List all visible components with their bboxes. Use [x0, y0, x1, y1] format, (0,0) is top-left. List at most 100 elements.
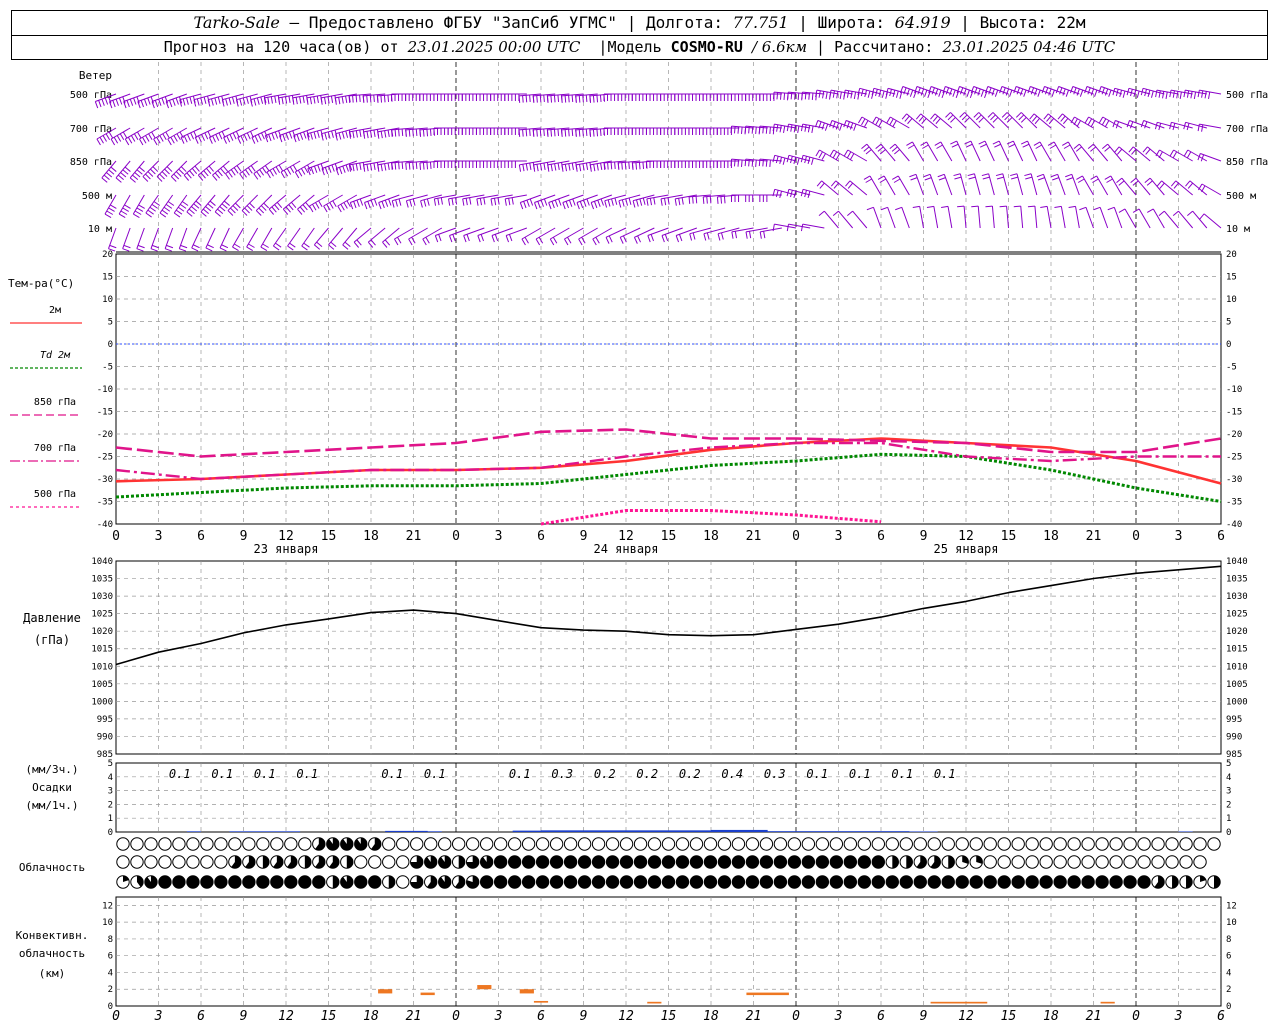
wind-level-label: 850 гПа [70, 157, 112, 168]
wind-barb [1013, 205, 1024, 229]
wind-barb-feather [811, 125, 814, 133]
cloud-circle [130, 855, 144, 869]
wind-barb-feather [867, 90, 871, 98]
wind-barb-feather [549, 238, 555, 246]
wind-barb-feather [832, 210, 839, 217]
wind-barb-feather [300, 168, 306, 175]
cloud-symbol [787, 855, 802, 869]
cloud-fill [186, 875, 200, 889]
cloud-symbol [927, 875, 941, 889]
cloud-fill [900, 875, 913, 889]
wind-barb-feather [110, 138, 116, 146]
wind-barb-feather [315, 202, 320, 209]
wind-barb-feather [1169, 90, 1172, 98]
wind-barb-feather [398, 162, 400, 170]
precip-unit-1h: (мм/1ч.) [26, 799, 79, 812]
cloud-symbol [1165, 837, 1179, 851]
wind-barb-feather [494, 234, 499, 242]
wind-barb-feather [227, 210, 234, 216]
wind-barb-feather [1006, 117, 1013, 123]
wind-barb-feather [895, 206, 902, 211]
wind-barb-feather [186, 211, 193, 217]
cloud-fill [844, 875, 857, 889]
cloud-circle [396, 875, 410, 889]
wind-barb-feather [814, 120, 819, 128]
wind-barb-feather [1084, 116, 1090, 124]
wind-barb-feather [1055, 86, 1060, 94]
wind-barb-feather [847, 182, 854, 189]
wind-barb-feather [562, 202, 566, 210]
wind-barb-feather [282, 134, 286, 142]
wind-barb-feather [522, 164, 525, 172]
wind-barb [391, 93, 414, 101]
temp-ytick-left: -15 [97, 408, 113, 418]
wind-barb-feather [886, 116, 891, 124]
wind-barb-feather [352, 131, 355, 139]
wind-barb-feather [1179, 91, 1182, 99]
temp-legend-label: 850 гПа [34, 397, 76, 408]
wind-barb-feather [173, 212, 181, 218]
wind-barb-feather [138, 204, 145, 209]
wind-barb [660, 93, 683, 101]
wind-barb [892, 175, 910, 196]
wind-barb-feather [579, 201, 584, 209]
wind-barb-feather [582, 163, 585, 171]
temp-ytick-right: -10 [1226, 385, 1242, 395]
wind-barb [909, 173, 924, 196]
wind-barb-feather [214, 97, 218, 105]
cloud-circle [801, 837, 816, 851]
time-tick-label: 18 [1043, 529, 1059, 544]
wind-barb-feather [349, 202, 354, 210]
wind-barb-feather [964, 140, 972, 145]
cloud-symbol [382, 855, 396, 869]
precip-amount-label: 0.1 [169, 767, 191, 781]
wind-barb [260, 227, 273, 251]
cloud-symbol [829, 875, 844, 889]
cloud-symbol [116, 875, 130, 889]
cloud-fill [172, 875, 186, 889]
wind-barb-feather [140, 100, 144, 108]
wind-barb-feather [892, 175, 899, 180]
cloud-symbol [354, 855, 368, 869]
wind-barb-feather [992, 117, 999, 123]
wind-barb-feather [875, 118, 880, 126]
cloud-circle [1011, 837, 1025, 851]
wind-barb-feather [731, 231, 734, 239]
wind-barb-feather [819, 182, 825, 189]
time-tick-label: 18 [703, 529, 719, 544]
wind-barb [688, 127, 711, 135]
wind-barb-feather [585, 94, 588, 103]
wind-barb-feather [133, 97, 137, 105]
cloud-fill [858, 855, 871, 869]
wind-barb-feather [804, 124, 807, 132]
cloud-circle [396, 855, 410, 869]
wind-barb-feather [376, 95, 379, 103]
wind-barb-feather [829, 120, 833, 128]
wind-barb-feather [945, 87, 950, 95]
cloud-symbol [1151, 855, 1165, 869]
cloud-symbol [410, 855, 424, 869]
wind-barb-feather [621, 199, 625, 207]
wind-barb-feather [861, 143, 868, 150]
wind-barb-feather [412, 129, 414, 137]
wind-barb-feather [377, 164, 380, 172]
wind-barb-feather [835, 153, 841, 160]
cloud-symbol [1179, 837, 1193, 851]
wind-barb [1068, 205, 1080, 229]
wind-barb-feather [550, 95, 553, 103]
wind-barb-feather [330, 241, 337, 248]
wind-barb-feather [765, 126, 768, 134]
cloud-symbol [689, 837, 704, 851]
wind-barb-feather [1066, 177, 1074, 181]
cloud-symbol [479, 837, 494, 851]
cloud-fill [508, 855, 521, 869]
wind-barb [1183, 89, 1207, 99]
wind-barb-feather [1076, 120, 1081, 127]
wind-barb-feather [949, 88, 953, 96]
wind-barb-feather [412, 198, 416, 206]
cloud-fill [368, 875, 381, 889]
temp-ytick-left: 15 [102, 273, 113, 283]
cloud-symbol [773, 837, 788, 851]
wind-barb-feather [158, 98, 162, 106]
wind-barb-feather [429, 128, 432, 137]
